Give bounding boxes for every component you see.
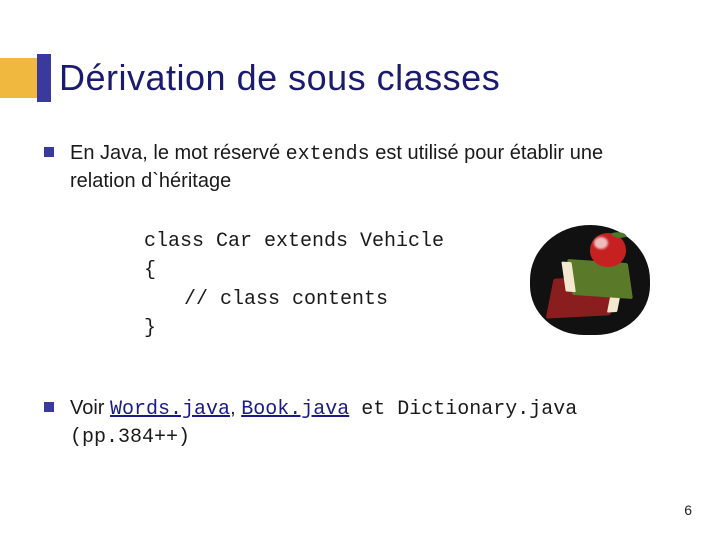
bullet-text-1: En Java, le mot réservé extends est util… — [70, 140, 650, 195]
file-dictionary-java: Dictionary.java — [397, 398, 577, 421]
bullet-item-1: En Java, le mot réservé extends est util… — [44, 140, 680, 195]
bullet-item-2: Voir Words.java, Book.java et Dictionary… — [44, 395, 680, 451]
b2-pre: Voir — [70, 397, 110, 419]
b2-mid: et — [349, 398, 397, 421]
b2-sep1: , — [230, 397, 241, 419]
b1-keyword: extends — [286, 143, 370, 166]
title-bar: Dérivation de sous classes — [0, 54, 500, 102]
square-bullet-icon — [44, 402, 54, 412]
yellow-square-icon — [0, 58, 40, 98]
page-number: 6 — [684, 502, 692, 518]
bullet-text-2: Voir Words.java, Book.java et Dictionary… — [70, 395, 650, 451]
apple-icon — [590, 233, 626, 267]
b2-post: (pp.384++) — [70, 426, 190, 449]
square-bullet-icon — [44, 147, 54, 157]
b1-pre: En Java, le mot réservé — [70, 142, 286, 164]
books-apple-clipart — [530, 225, 650, 335]
blue-bar-icon — [37, 54, 51, 102]
link-book-java[interactable]: Book.java — [241, 398, 349, 421]
title-decoration — [0, 54, 51, 102]
link-words-java[interactable]: Words.java — [110, 398, 230, 421]
slide-title: Dérivation de sous classes — [59, 57, 500, 99]
